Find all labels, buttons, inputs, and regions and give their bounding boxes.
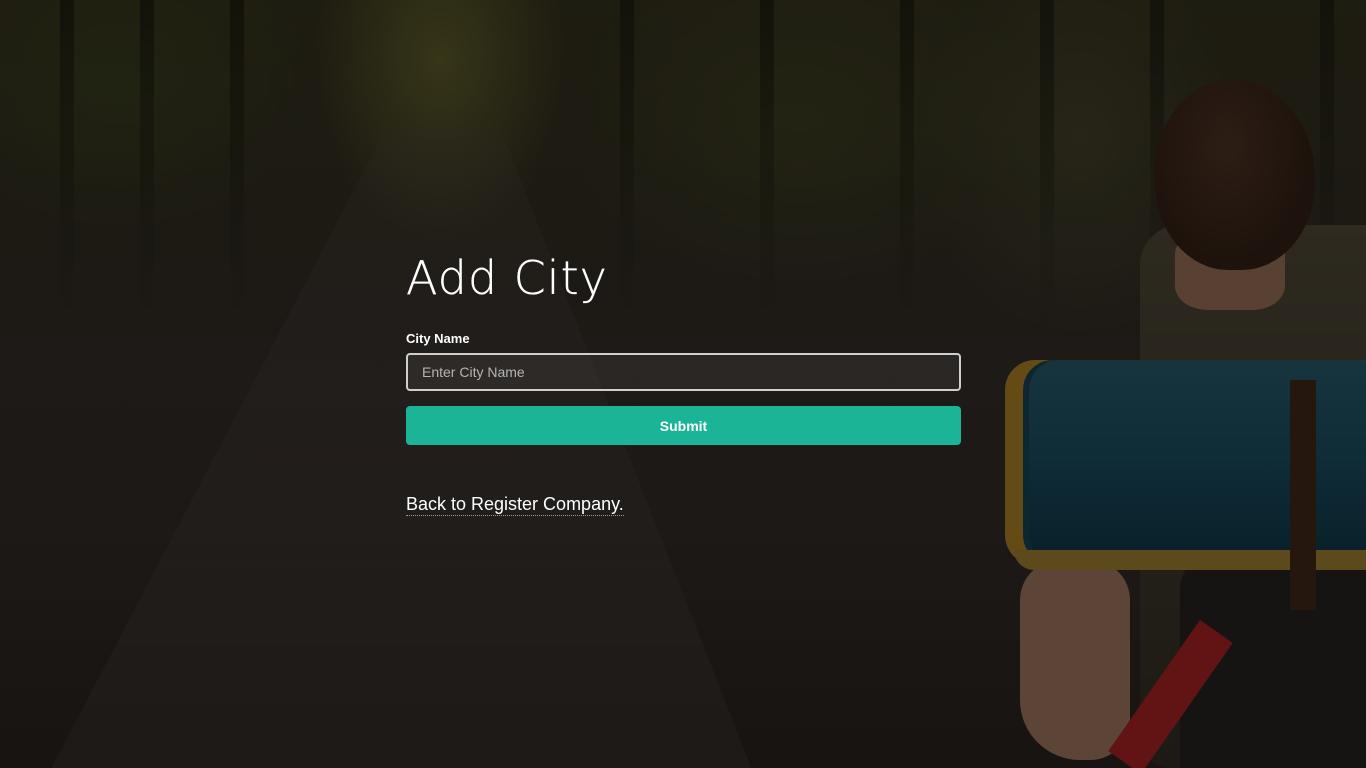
back-to-register-company-link[interactable]: Back to Register Company.: [406, 493, 624, 516]
city-name-input[interactable]: [406, 353, 961, 391]
add-city-form-container: Add City City Name Submit Back to Regist…: [406, 250, 961, 516]
add-city-form: City Name Submit: [406, 331, 961, 445]
city-name-label: City Name: [406, 331, 470, 346]
submit-button[interactable]: Submit: [406, 406, 961, 445]
page-title: Add City: [406, 251, 608, 305]
